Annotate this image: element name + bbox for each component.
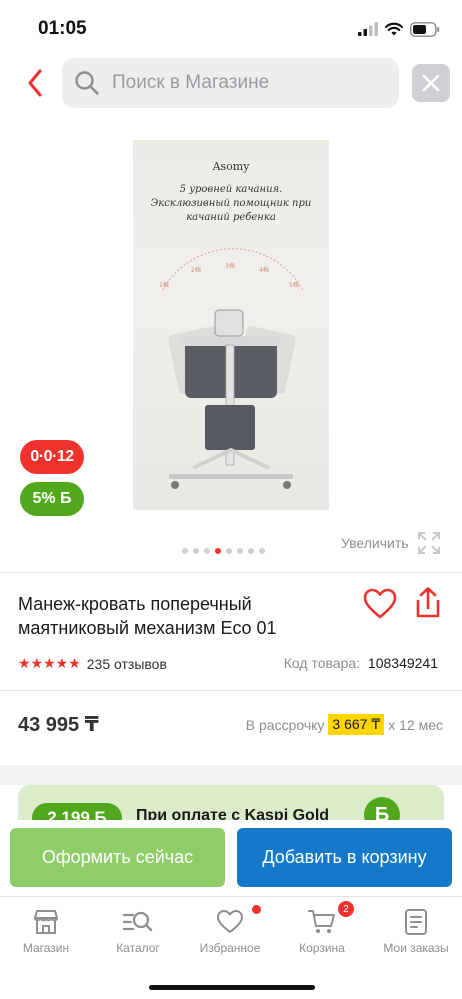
search-icon bbox=[75, 71, 99, 95]
rating-row[interactable]: ★★★★★ 235 отзывов bbox=[18, 655, 167, 672]
clear-button[interactable] bbox=[412, 64, 450, 102]
product-code-label: Код товара: bbox=[283, 655, 361, 671]
svg-text:2档: 2档 bbox=[191, 266, 201, 274]
svg-text:3档: 3档 bbox=[225, 262, 235, 270]
pagination-dot[interactable] bbox=[259, 548, 265, 554]
tab-bar: Магазин Каталог Избранное 2 Корзина Мои … bbox=[0, 896, 462, 999]
cart-count-badge: 2 bbox=[338, 901, 354, 917]
gallery-pagination bbox=[182, 548, 265, 554]
checkout-button[interactable]: Оформить сейчас bbox=[10, 828, 225, 887]
installment-suffix: x 12 мес bbox=[388, 716, 443, 733]
tab-label: Мои заказы bbox=[383, 941, 449, 955]
search-row bbox=[0, 58, 462, 108]
chevron-left-icon bbox=[28, 69, 42, 97]
pagination-dot[interactable] bbox=[182, 548, 188, 554]
tab-cart[interactable]: 2 Корзина bbox=[276, 901, 368, 955]
tab-label: Магазин bbox=[22, 941, 70, 955]
section-separator bbox=[0, 765, 462, 785]
heart-icon bbox=[217, 910, 243, 933]
wifi-icon bbox=[385, 22, 403, 36]
cart-icon bbox=[308, 910, 335, 933]
pagination-dot[interactable] bbox=[204, 548, 210, 554]
zoom-label: Увеличить bbox=[341, 535, 409, 551]
share-button[interactable] bbox=[412, 586, 444, 620]
product-gallery: Asomy 5 уровней качания. Эксклюзивный по… bbox=[0, 138, 462, 558]
crib-illustration: 1档 2档 3档 4档 5档 bbox=[159, 248, 304, 489]
home-indicator bbox=[149, 985, 315, 990]
search-box[interactable] bbox=[62, 58, 399, 108]
tab-catalog[interactable]: Каталог bbox=[92, 907, 184, 955]
installment-prefix: В рассрочку bbox=[245, 716, 325, 733]
store-icon bbox=[34, 910, 58, 934]
signal-icon bbox=[358, 22, 378, 36]
bonus-badge: 5% Б bbox=[20, 482, 84, 516]
heart-icon bbox=[363, 588, 397, 619]
expand-icon bbox=[417, 532, 440, 554]
pagination-dot[interactable] bbox=[248, 548, 254, 554]
tab-favorites[interactable]: Избранное bbox=[184, 905, 276, 955]
pagination-dot[interactable] bbox=[193, 548, 199, 554]
pagination-dot[interactable] bbox=[215, 548, 221, 554]
favorite-button[interactable] bbox=[363, 588, 397, 620]
svg-text:1档: 1档 bbox=[159, 281, 169, 289]
tab-label: Избранное bbox=[199, 941, 261, 955]
catalog-search-icon bbox=[122, 911, 153, 932]
divider bbox=[0, 572, 462, 573]
notification-dot bbox=[252, 905, 261, 914]
product-price: 43 995 ₸ bbox=[18, 714, 99, 736]
tab-orders[interactable]: Мои заказы bbox=[370, 907, 462, 955]
product-code: Код товара: 108349241 bbox=[284, 655, 438, 671]
status-bar: 01:05 bbox=[0, 0, 462, 56]
zoom-button[interactable]: Увеличить bbox=[341, 531, 441, 555]
svg-text:4档: 4档 bbox=[259, 266, 269, 274]
installment-info[interactable]: В рассрочку 3 667 ₸ x 12 мес bbox=[246, 714, 443, 735]
tab-label: Корзина bbox=[299, 941, 345, 955]
orders-icon bbox=[405, 909, 427, 935]
installment-badge: 0·0·12 bbox=[20, 440, 84, 474]
back-button[interactable] bbox=[20, 66, 50, 100]
svg-text:5档: 5档 bbox=[289, 281, 299, 289]
tab-label: Каталог bbox=[116, 941, 160, 955]
share-icon bbox=[416, 587, 440, 618]
product-code-value: 108349241 bbox=[367, 655, 438, 671]
close-icon bbox=[422, 74, 440, 92]
pagination-dot[interactable] bbox=[226, 548, 232, 554]
action-bar: Оформить сейчас Добавить в корзину bbox=[0, 820, 462, 896]
battery-icon bbox=[410, 21, 440, 37]
product-title: Манеж-кровать поперечный маятниковый мех… bbox=[18, 594, 277, 638]
reviews-count[interactable]: 235 отзывов bbox=[87, 656, 167, 672]
divider bbox=[0, 690, 462, 691]
status-time: 01:05 bbox=[38, 18, 87, 39]
status-icons bbox=[358, 20, 440, 38]
add-to-cart-button[interactable]: Добавить в корзину bbox=[237, 828, 452, 887]
product-image[interactable]: Asomy 5 уровней качания. Эксклюзивный по… bbox=[133, 140, 329, 510]
installment-amount: 3 667 ₸ bbox=[328, 714, 385, 735]
search-input[interactable] bbox=[112, 58, 392, 108]
pagination-dot[interactable] bbox=[237, 548, 243, 554]
tab-shop[interactable]: Магазин bbox=[0, 907, 92, 955]
rating-stars: ★★★★★ bbox=[18, 655, 81, 671]
